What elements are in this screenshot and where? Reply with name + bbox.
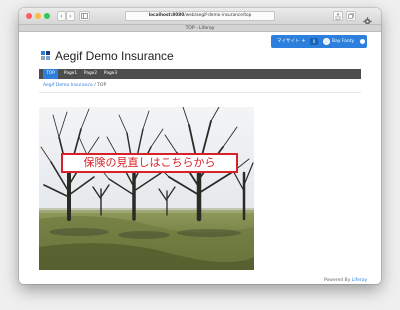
main-navigation: TOP Page1 Page2 Page3	[39, 69, 361, 79]
forward-button[interactable]: ›	[66, 11, 75, 21]
share-button[interactable]	[333, 11, 343, 21]
back-button[interactable]: ‹	[57, 11, 66, 21]
insurance-review-banner-link[interactable]: 保険の見直しはこちらから	[61, 153, 238, 173]
address-path: /web/aegif-demo-insurance/top	[184, 13, 252, 18]
browser-window: ‹ › localhost:8080/web/aegif-demo-insura…	[19, 8, 381, 284]
dockbar: マイサイト + 0 Bay Fanty	[271, 35, 367, 48]
maximize-window-button[interactable]	[44, 13, 50, 19]
share-icon	[335, 13, 341, 20]
footer-powered-by: Powered By Liferay	[324, 278, 367, 284]
nav-item-page3[interactable]: Page3	[102, 69, 119, 79]
sidebar-icon	[81, 13, 88, 19]
tabs-icon	[348, 13, 354, 19]
chevron-down-icon	[360, 39, 365, 44]
site-logo-icon[interactable]	[41, 51, 51, 61]
browser-toolbar: ‹ › localhost:8080/web/aegif-demo-insura…	[19, 8, 381, 26]
address-host: localhost:8080	[148, 13, 185, 18]
nav-item-page2[interactable]: Page2	[82, 69, 99, 79]
nav-item-top[interactable]: TOP	[43, 69, 58, 79]
liferay-link[interactable]: Liferay	[352, 278, 367, 283]
settings-button[interactable]	[363, 11, 373, 26]
breadcrumb-home-link[interactable]: Aegif Demo Insurance	[43, 83, 93, 88]
user-name: Bay Fanty	[332, 39, 355, 44]
tab-strip: TOP - Liferay	[19, 24, 381, 32]
site-title[interactable]: Aegif Demo Insurance	[55, 46, 174, 66]
my-sites-menu[interactable]: マイサイト	[277, 35, 300, 48]
nav-item-page1[interactable]: Page1	[62, 69, 79, 79]
minimize-window-button[interactable]	[35, 13, 41, 19]
close-window-button[interactable]	[26, 13, 32, 19]
breadcrumb: Aegif Demo Insurance / TOP	[43, 82, 106, 90]
avatar	[323, 38, 330, 45]
breadcrumb-current: TOP	[97, 83, 107, 88]
breadcrumb-separator: /	[94, 83, 96, 88]
new-tab-button[interactable]	[346, 11, 356, 21]
web-page: マイサイト + 0 Bay Fanty Aegif Demo Insurance…	[19, 32, 381, 284]
divider	[39, 92, 361, 93]
add-icon[interactable]: +	[301, 39, 306, 44]
powered-by-text: Powered By	[324, 278, 351, 283]
sidebar-toggle-button[interactable]	[79, 11, 90, 21]
hero-image	[39, 107, 254, 270]
address-bar[interactable]: localhost:8080/web/aegif-demo-insurance/…	[125, 11, 275, 21]
tab-title[interactable]: TOP - Liferay	[19, 25, 381, 32]
notification-count-badge[interactable]: 0	[310, 38, 318, 45]
